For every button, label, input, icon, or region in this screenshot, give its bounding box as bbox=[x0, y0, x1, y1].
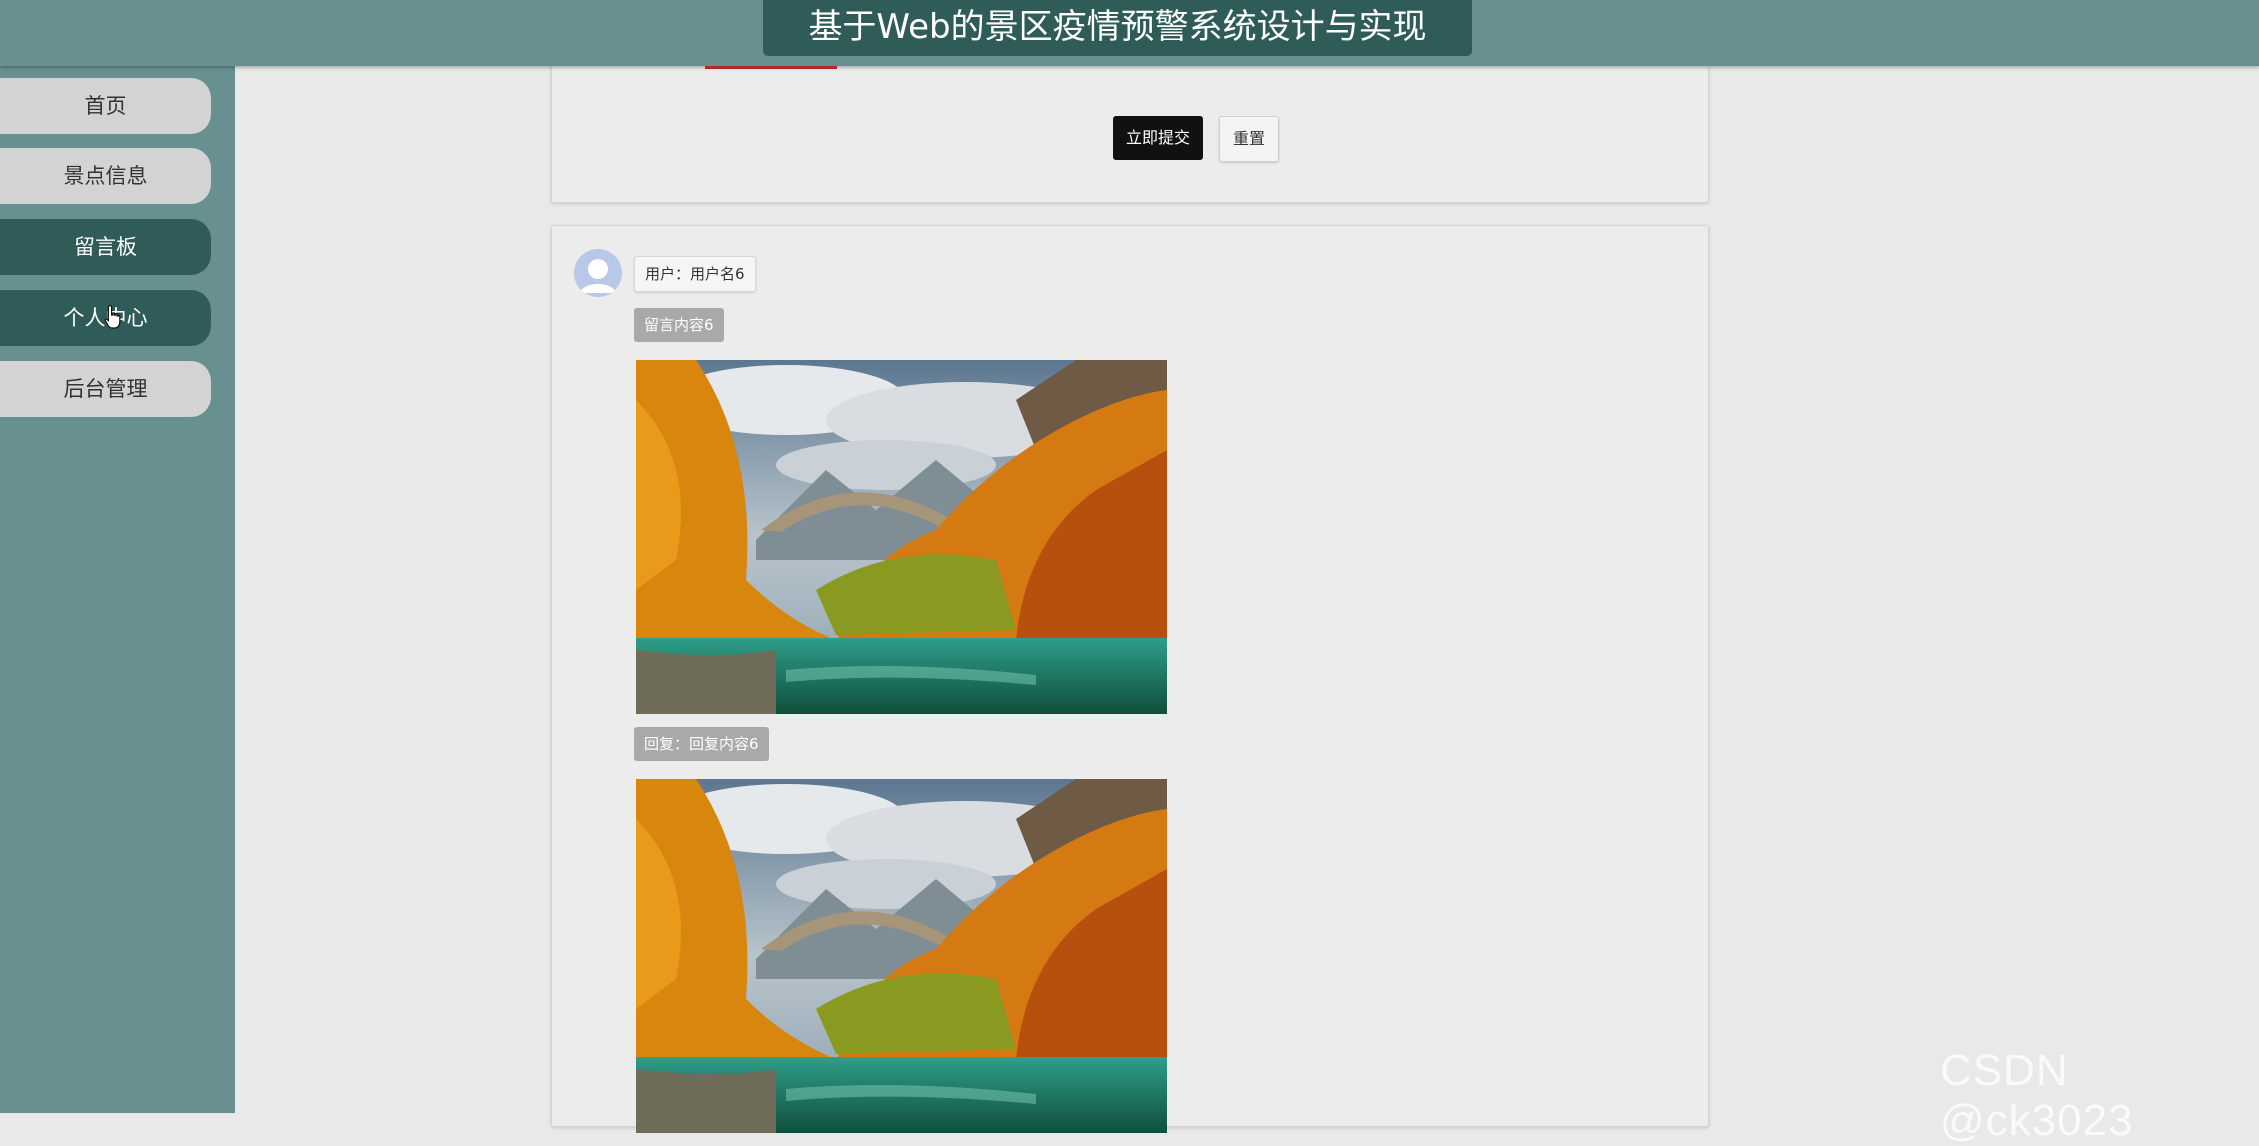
message-image bbox=[636, 360, 1167, 714]
user-avatar bbox=[574, 249, 622, 297]
sidebar-item-home[interactable]: 首页 bbox=[0, 78, 211, 134]
reset-button[interactable]: 重置 bbox=[1219, 116, 1279, 162]
submit-button[interactable]: 立即提交 bbox=[1113, 116, 1203, 160]
sidebar-item-admin[interactable]: 后台管理 bbox=[0, 361, 211, 417]
reply-image bbox=[636, 779, 1167, 1133]
hand-cursor-icon bbox=[104, 304, 121, 329]
user-avatar-icon bbox=[574, 249, 622, 297]
page-title: 基于Web的景区疫情预警系统设计与实现 bbox=[763, 0, 1472, 56]
sidebar-item-message-board[interactable]: 留言板 bbox=[0, 219, 211, 275]
watermark: CSDN @ck3023 bbox=[1940, 1046, 2134, 1145]
message-user-label: 用户：用户名6 bbox=[634, 256, 756, 292]
top-header: 基于Web的景区疫情预警系统设计与实现 bbox=[0, 0, 2259, 66]
message-content-label: 留言内容6 bbox=[634, 308, 724, 342]
reply-content-label: 回复：回复内容6 bbox=[634, 727, 769, 761]
input-focus-underline bbox=[705, 66, 837, 69]
sidebar-item-scenic-info[interactable]: 景点信息 bbox=[0, 148, 211, 204]
